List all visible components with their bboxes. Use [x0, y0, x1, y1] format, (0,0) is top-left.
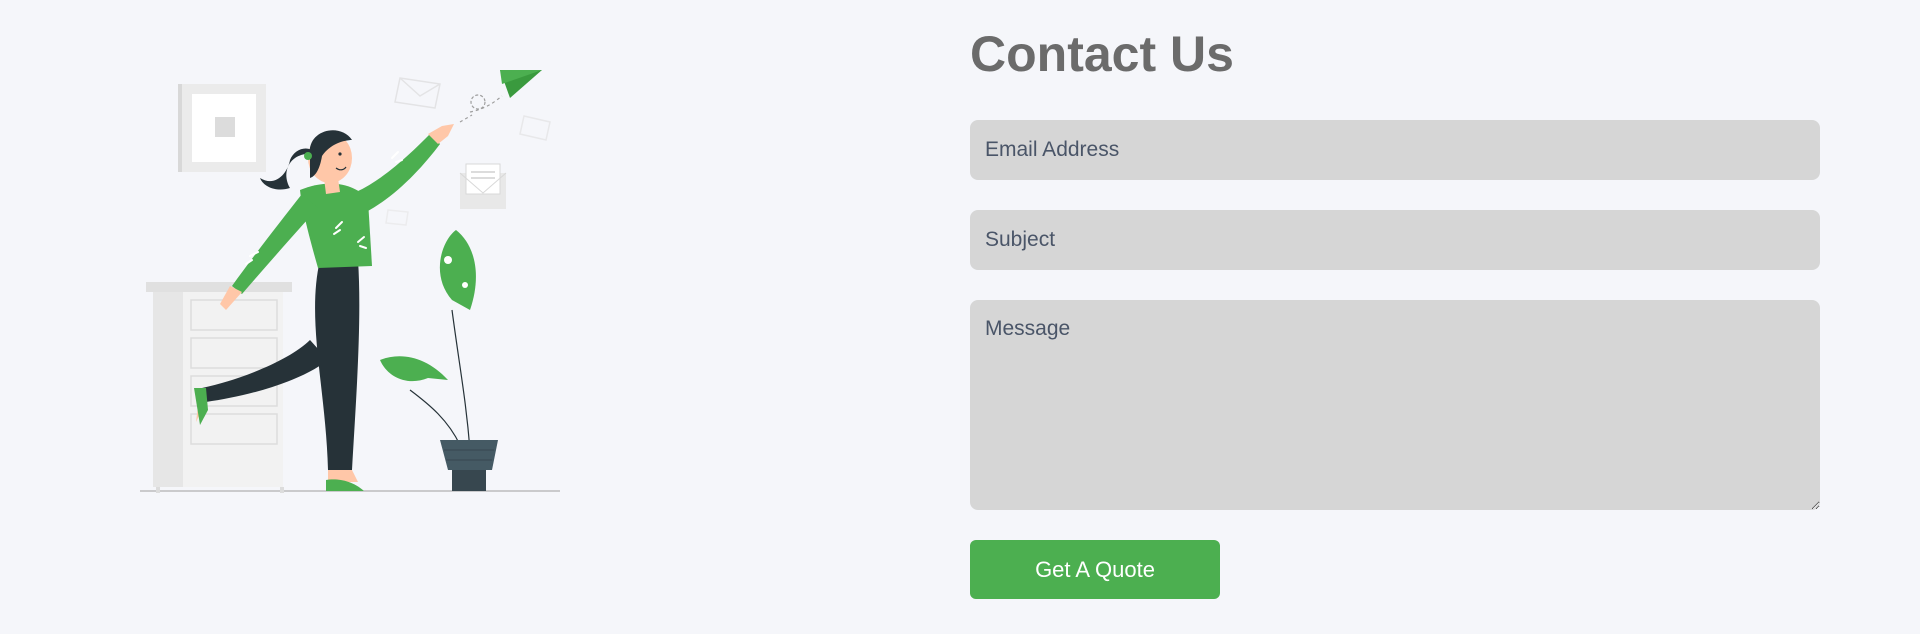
wall-frame-icon — [178, 84, 266, 172]
contact-page: Contact Us Get A Quote — [0, 0, 1920, 634]
email-field[interactable] — [970, 120, 1820, 180]
message-field[interactable] — [970, 300, 1820, 510]
get-quote-button[interactable]: Get A Quote — [970, 540, 1220, 599]
page-title: Contact Us — [970, 26, 1234, 82]
contact-form: Contact Us Get A Quote — [970, 22, 1820, 599]
woman-paper-plane-illustration — [140, 70, 560, 493]
contact-illustration — [130, 60, 570, 500]
subject-field[interactable] — [970, 210, 1820, 270]
paper-plane-icon — [459, 70, 542, 123]
envelope-letter-icon — [459, 163, 507, 209]
potted-plant-icon — [380, 230, 498, 491]
